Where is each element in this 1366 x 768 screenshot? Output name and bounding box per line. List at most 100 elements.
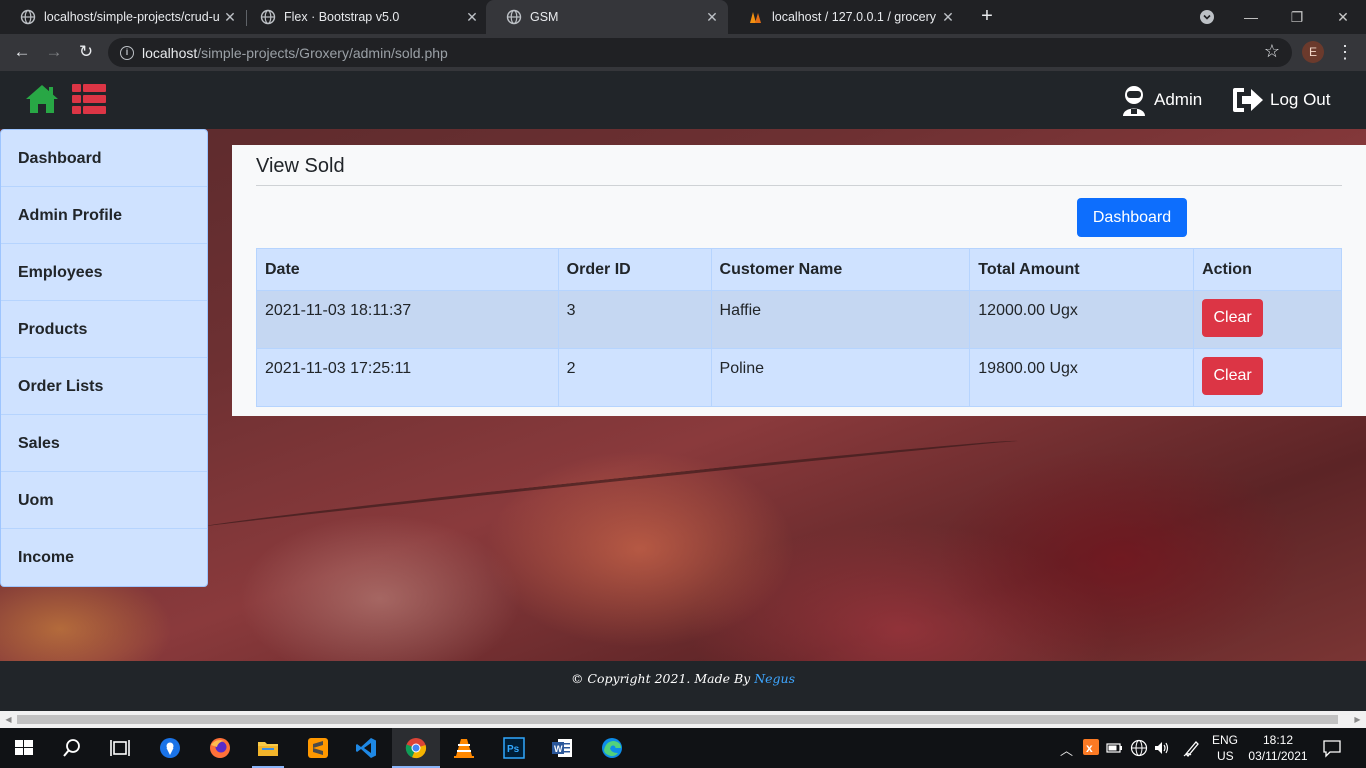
sidebar: Dashboard Admin Profile Employees Produc… <box>0 129 208 587</box>
bookmark-star-icon[interactable]: ☆ <box>1264 41 1280 62</box>
photoshop-icon[interactable]: Ps <box>502 736 526 760</box>
file-explorer-icon[interactable] <box>256 736 280 760</box>
scrollbar-thumb[interactable] <box>17 715 1338 724</box>
close-tab-icon[interactable]: ✕ <box>702 9 722 26</box>
footer-copyright: © Copyright 2021. Made By <box>570 671 751 686</box>
browser-menu-icon[interactable]: ⋮ <box>1336 40 1354 64</box>
pen-ink-icon[interactable] <box>1182 738 1202 758</box>
page-title: View Sold <box>256 155 345 177</box>
cell-total-amount: 19800.00 Ugx <box>969 348 1195 407</box>
url-host: localhost <box>142 44 198 61</box>
volume-icon[interactable] <box>1153 739 1171 757</box>
browser-tab-active[interactable]: GSM ✕ <box>486 0 728 34</box>
profile-avatar[interactable]: E <box>1302 41 1324 63</box>
scroll-right-arrow-icon[interactable]: ▶ <box>1349 711 1366 728</box>
cell-order-id: 3 <box>557 290 712 349</box>
browser-tab-strip: localhost/simple-projects/crud-u ✕ Flex … <box>0 0 1366 34</box>
sidebar-item-uom[interactable]: Uom <box>1 472 207 529</box>
header-date: Date <box>256 248 559 291</box>
firefox-icon[interactable] <box>208 736 232 760</box>
maps-app-icon[interactable] <box>158 736 182 760</box>
cell-date: 2021-11-03 18:11:37 <box>256 290 559 349</box>
globe-icon <box>260 9 276 25</box>
sidebar-item-sales[interactable]: Sales <box>1 415 207 472</box>
browser-toolbar: ← → ↻ i localhost/simple-projects/Groxer… <box>0 34 1366 71</box>
clock-date: 03/11/2021 <box>1248 749 1308 763</box>
vscode-icon[interactable] <box>354 736 378 760</box>
back-arrow-icon[interactable]: ← <box>10 40 34 64</box>
clear-button[interactable]: Clear <box>1202 299 1264 337</box>
chrome-icon[interactable] <box>404 736 428 760</box>
table-list-icon[interactable] <box>72 83 106 115</box>
sidebar-item-dashboard[interactable]: Dashboard <box>1 130 207 187</box>
edge-icon[interactable] <box>600 736 624 760</box>
url-path: /simple-projects/Groxery/admin/sold.php <box>197 44 448 61</box>
notifications-icon[interactable] <box>1322 738 1342 758</box>
table-row: 2021-11-03 17:25:11 2 Poline 19800.00 Ug… <box>256 348 1342 407</box>
language-code: ENG <box>1212 733 1239 747</box>
reload-icon[interactable]: ↻ <box>74 40 98 64</box>
region-code: US <box>1217 749 1234 763</box>
dashboard-button[interactable]: Dashboard <box>1077 198 1187 237</box>
windows-start-icon[interactable] <box>12 736 36 760</box>
app-navbar: Admin Log Out <box>0 71 1366 129</box>
sidebar-item-income[interactable]: Income <box>1 529 207 586</box>
close-tab-icon[interactable]: ✕ <box>462 9 482 26</box>
header-total-amount: Total Amount <box>969 248 1195 291</box>
browser-tab-title: localhost/simple-projects/crud-u <box>44 10 220 24</box>
cell-order-id: 2 <box>557 348 712 407</box>
sign-out-icon <box>1233 88 1263 112</box>
scroll-left-arrow-icon[interactable]: ◀ <box>0 711 17 728</box>
battery-icon[interactable] <box>1106 740 1124 756</box>
table-row: 2021-11-03 18:11:37 3 Haffie 12000.00 Ug… <box>256 290 1342 349</box>
close-tab-icon[interactable]: ✕ <box>938 9 958 26</box>
new-tab-plus-icon[interactable]: + <box>976 5 998 27</box>
taskbar-clock[interactable]: 18:12 03/11/2021 <box>1240 732 1316 764</box>
footer-brand-link[interactable]: Negus <box>754 671 795 686</box>
header-customer-name: Customer Name <box>710 248 971 291</box>
background-streak <box>201 436 1019 532</box>
header-action: Action <box>1193 248 1342 291</box>
logout-label: Log Out <box>1270 90 1331 109</box>
user-astronaut-icon <box>1123 86 1145 116</box>
cell-customer-name: Haffie <box>710 290 971 349</box>
task-view-icon[interactable] <box>108 736 132 760</box>
browser-tab-title: Flex · Bootstrap v5.0 <box>284 10 400 24</box>
minimize-icon[interactable]: — <box>1228 0 1274 34</box>
address-bar[interactable]: i localhost/simple-projects/Groxery/admi… <box>108 38 1292 67</box>
logout-link[interactable]: Log Out <box>1232 83 1331 117</box>
sidebar-item-order-lists[interactable]: Order Lists <box>1 358 207 415</box>
cell-action: Clear <box>1193 348 1342 407</box>
windows-taskbar: Ps W ︿ x ENG US 18:12 03/11/2021 <box>0 728 1366 768</box>
browser-tab[interactable]: localhost/simple-projects/crud-u ✕ <box>0 0 246 34</box>
tab-search-icon[interactable] <box>1184 0 1230 34</box>
input-language[interactable]: ENG US <box>1212 732 1238 764</box>
sidebar-item-employees[interactable]: Employees <box>1 244 207 301</box>
word-icon[interactable]: W <box>550 736 574 760</box>
clear-button[interactable]: Clear <box>1202 357 1264 395</box>
browser-tab[interactable]: localhost / 127.0.0.1 / grocery / s ✕ <box>728 0 964 34</box>
cell-customer-name: Poline <box>710 348 971 407</box>
site-info-icon[interactable]: i <box>120 45 134 60</box>
admin-link[interactable]: Admin <box>1120 83 1202 117</box>
xampp-tray-icon[interactable]: x <box>1082 738 1100 756</box>
restore-icon[interactable]: ❐ <box>1274 0 1320 34</box>
svg-text:W: W <box>554 744 563 754</box>
home-icon[interactable] <box>24 83 60 115</box>
forward-arrow-icon[interactable]: → <box>42 40 66 64</box>
browser-tab[interactable]: Flex · Bootstrap v5.0 ✕ <box>240 0 488 34</box>
sidebar-item-admin-profile[interactable]: Admin Profile <box>1 187 207 244</box>
close-tab-icon[interactable]: ✕ <box>220 9 240 26</box>
browser-tab-title: localhost / 127.0.0.1 / grocery / s <box>772 10 938 24</box>
page-footer: © Copyright 2021. Made By Negus <box>0 661 1366 711</box>
sublime-text-icon[interactable] <box>306 736 330 760</box>
horizontal-scrollbar[interactable]: ◀ ▶ <box>0 711 1366 728</box>
vlc-icon[interactable] <box>452 736 476 760</box>
sidebar-item-products[interactable]: Products <box>1 301 207 358</box>
browser-tab-title: GSM <box>530 10 559 24</box>
header-order-id: Order ID <box>557 248 712 291</box>
close-window-icon[interactable]: ✕ <box>1320 0 1366 34</box>
tray-overflow-chevron-icon[interactable]: ︿ <box>1060 740 1073 759</box>
search-icon[interactable] <box>60 736 84 760</box>
network-globe-icon[interactable] <box>1130 739 1148 757</box>
